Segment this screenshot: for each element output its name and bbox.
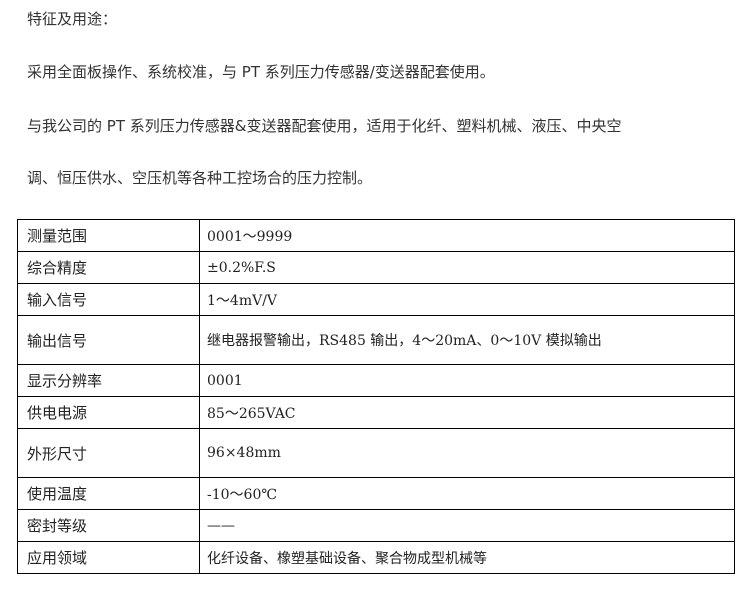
spec-label: 供电电源 xyxy=(17,396,200,429)
intro-paragraph-1: 采用全面板操作、系统校准，与 PT 系列压力传感器/变送器配套使用。 xyxy=(27,63,495,81)
spec-value: —— xyxy=(199,509,735,542)
spec-label: 综合精度 xyxy=(17,251,200,284)
spec-label: 外形尺寸 xyxy=(17,428,200,478)
spec-label: 输出信号 xyxy=(17,315,200,365)
spec-value: 化纤设备、橡塑基础设备、聚合物成型机械等 xyxy=(199,541,735,574)
spec-label: 显示分辨率 xyxy=(17,364,200,397)
table-row: 综合精度 ±0.2%F.S xyxy=(17,251,735,284)
spec-label: 密封等级 xyxy=(17,509,200,542)
spec-value: 0001 xyxy=(199,364,735,397)
table-row: 测量范围 0001～9999 xyxy=(17,219,735,252)
table-row: 应用领域 化纤设备、橡塑基础设备、聚合物成型机械等 xyxy=(17,541,735,574)
spec-label: 测量范围 xyxy=(17,219,200,252)
spec-value: 96×48mm xyxy=(199,428,735,478)
table-row: 显示分辨率 0001 xyxy=(17,364,735,397)
features-heading: 特征及用途： xyxy=(27,10,118,28)
spec-label: 应用领域 xyxy=(17,541,200,574)
spec-label: 输入信号 xyxy=(17,283,200,316)
table-row: 使用温度 -10～60℃ xyxy=(17,477,735,510)
spec-value: -10～60℃ xyxy=(199,477,735,510)
intro-paragraph-2: 与我公司的 PT 系列压力传感器&变送器配套使用，适用于化纤、塑料机械、液压、中… xyxy=(27,117,622,135)
table-row: 密封等级 —— xyxy=(17,509,735,542)
table-row: 外形尺寸 96×48mm xyxy=(17,428,735,478)
spec-value: 85～265VAC xyxy=(199,396,735,429)
spec-value: 0001～9999 xyxy=(199,219,735,252)
spec-label: 使用温度 xyxy=(17,477,200,510)
spec-value: ±0.2%F.S xyxy=(199,251,735,284)
spec-value: 1～4mV/V xyxy=(199,283,735,316)
table-row: 供电电源 85～265VAC xyxy=(17,396,735,429)
intro-paragraph-3: 调、恒压供水、空压机等各种工控场合的压力控制。 xyxy=(27,169,373,187)
spec-value: 继电器报警输出，RS485 输出，4～20mA、0～10V 模拟输出 xyxy=(199,315,735,365)
table-row: 输出信号 继电器报警输出，RS485 输出，4～20mA、0～10V 模拟输出 xyxy=(17,315,735,365)
spec-table: 测量范围 0001～9999 综合精度 ±0.2%F.S 输入信号 1～4mV/… xyxy=(17,219,735,574)
table-row: 输入信号 1～4mV/V xyxy=(17,283,735,316)
